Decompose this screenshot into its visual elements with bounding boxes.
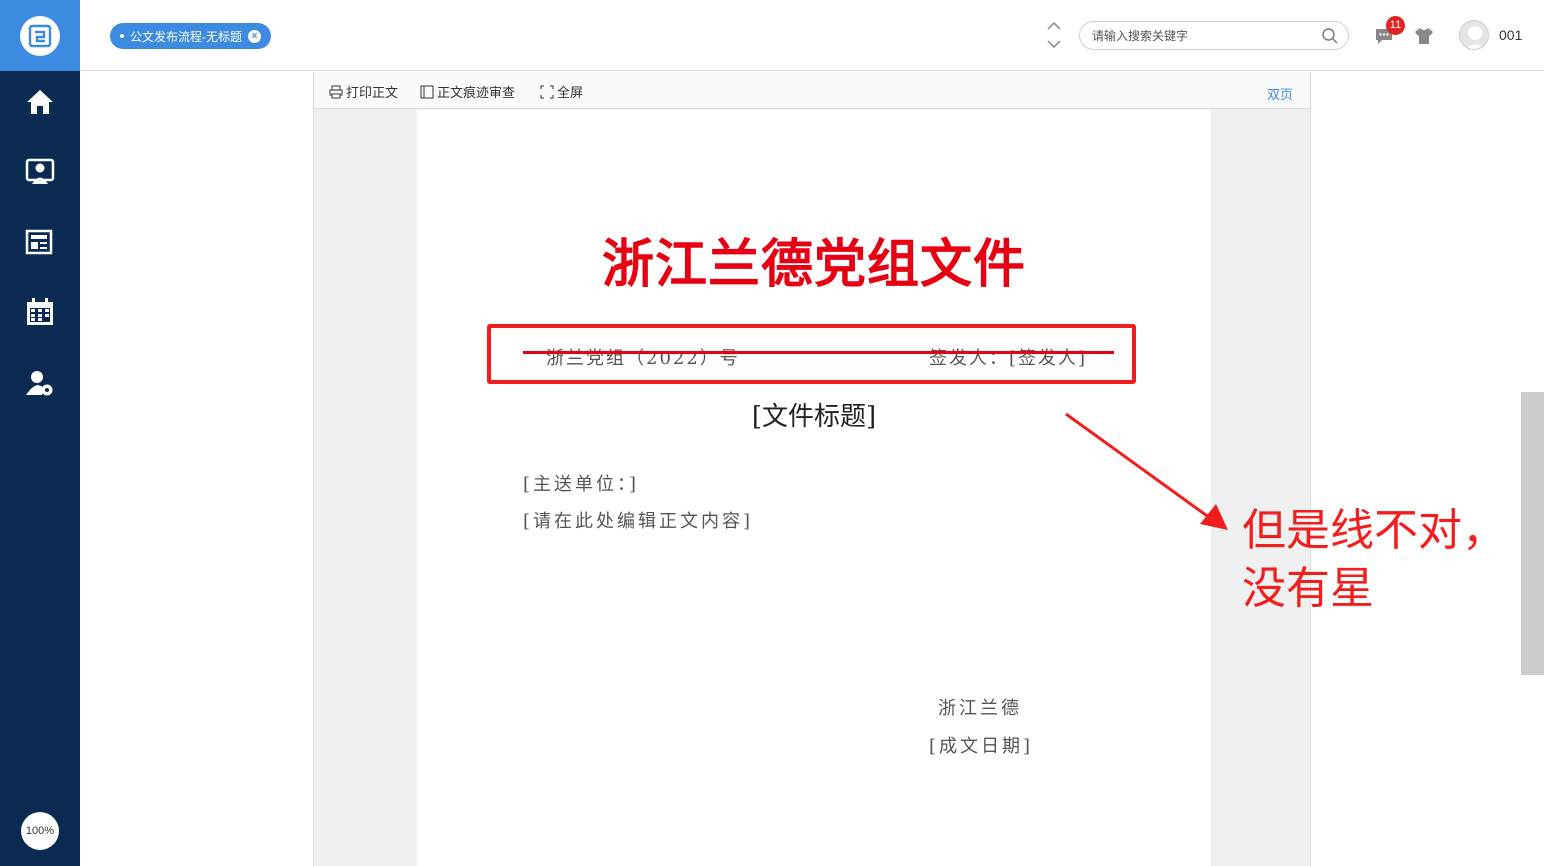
track-changes-button[interactable]: 正文痕迹审查 bbox=[420, 82, 515, 101]
vertical-scrollbar[interactable] bbox=[1521, 392, 1544, 675]
user-gear-icon[interactable] bbox=[24, 367, 56, 399]
shirt-icon[interactable] bbox=[1414, 26, 1434, 46]
scroll-up-down-icon[interactable] bbox=[1045, 20, 1063, 50]
document-issuing-org: 浙江兰德 bbox=[938, 698, 1022, 719]
home-icon[interactable] bbox=[24, 86, 56, 118]
annotation-arrow-icon bbox=[1065, 412, 1228, 530]
search-box bbox=[1079, 21, 1349, 50]
print-icon bbox=[329, 84, 343, 99]
message-count-badge: 11 bbox=[1386, 16, 1405, 35]
document-body: [请在此处编辑正文内容] bbox=[523, 511, 754, 532]
tab-document-flow[interactable]: 公文发布流程-无标题 × bbox=[110, 23, 271, 49]
document-red-header: 浙江兰德党组文件 bbox=[601, 234, 1026, 295]
avatar[interactable] bbox=[1459, 20, 1489, 50]
search-input[interactable] bbox=[1092, 27, 1312, 45]
search-icon[interactable] bbox=[1322, 28, 1338, 44]
fullscreen-button[interactable]: 全屏 bbox=[540, 82, 583, 101]
logo-area[interactable] bbox=[0, 0, 80, 71]
print-button[interactable]: 打印正文 bbox=[329, 82, 398, 101]
annotation-text: 但是线不对， 没有星 bbox=[1242, 502, 1506, 618]
print-label: 打印正文 bbox=[346, 85, 399, 100]
sidebar: 100% bbox=[0, 0, 80, 866]
fullscreen-label: 全屏 bbox=[557, 85, 584, 100]
tab-label: 公文发布流程-无标题 bbox=[130, 29, 242, 44]
track-changes-icon bbox=[420, 84, 434, 99]
track-changes-label: 正文痕迹审查 bbox=[437, 85, 516, 100]
annotation-line-1: 但是线不对， bbox=[1242, 505, 1506, 556]
app-logo-icon bbox=[20, 16, 60, 56]
document-date: [成文日期] bbox=[929, 736, 1034, 757]
username[interactable]: 001 bbox=[1499, 27, 1522, 43]
annotation-line-2: 没有星 bbox=[1242, 563, 1374, 614]
double-page-button[interactable]: 双页 bbox=[1267, 84, 1293, 103]
app-root: 100% 公文发布流程-无标题 × 请输入搜索关键字 11 001 打印正文 正… bbox=[0, 0, 1544, 866]
calendar-icon[interactable] bbox=[24, 296, 56, 328]
tab-dot-icon bbox=[120, 34, 124, 38]
user-card-icon[interactable] bbox=[24, 156, 56, 188]
zoom-level-badge[interactable]: 100% bbox=[21, 812, 59, 850]
annotation-highlight-box bbox=[487, 324, 1136, 384]
fullscreen-icon bbox=[540, 84, 554, 99]
viewer-toolbar: 打印正文 正文痕迹审查 全屏 双页 bbox=[314, 72, 1310, 109]
newspaper-icon[interactable] bbox=[24, 226, 56, 258]
close-icon[interactable]: × bbox=[248, 29, 261, 43]
topbar: 公文发布流程-无标题 × 请输入搜索关键字 11 001 bbox=[80, 0, 1544, 71]
document-recipient: [主送单位：] bbox=[523, 474, 640, 495]
